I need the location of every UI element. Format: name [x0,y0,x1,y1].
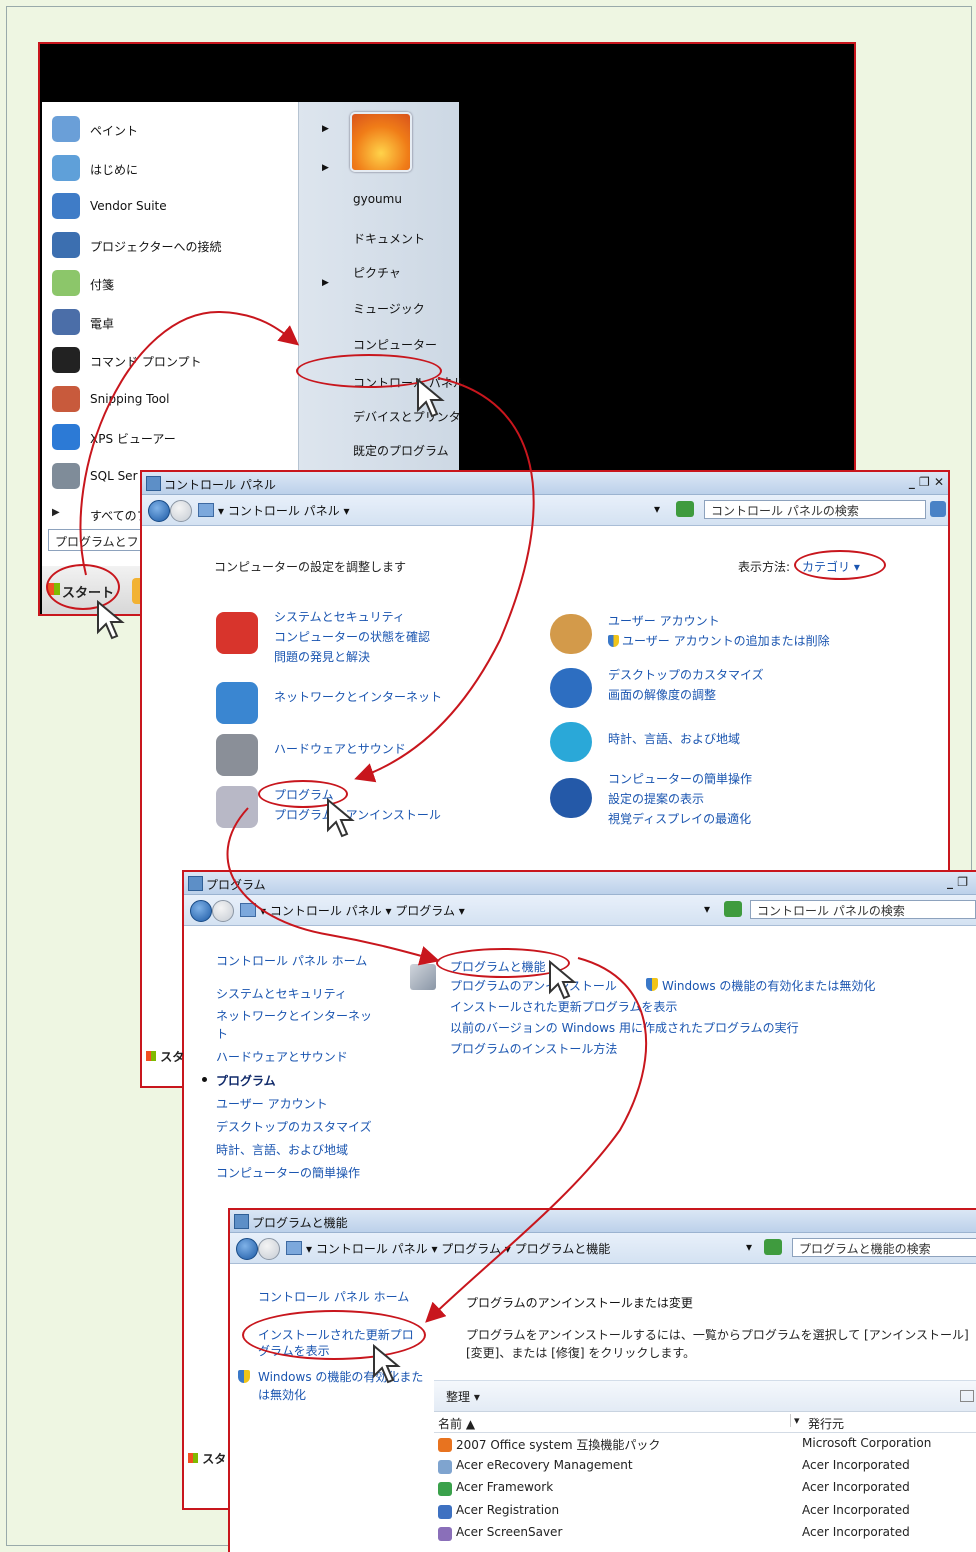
arrow-start-to-control-panel [79,310,300,576]
arrow-features-to-updates [425,957,648,1323]
arrow-control-panel-to-programs [354,377,535,783]
annotation-arrows [79,310,648,1323]
